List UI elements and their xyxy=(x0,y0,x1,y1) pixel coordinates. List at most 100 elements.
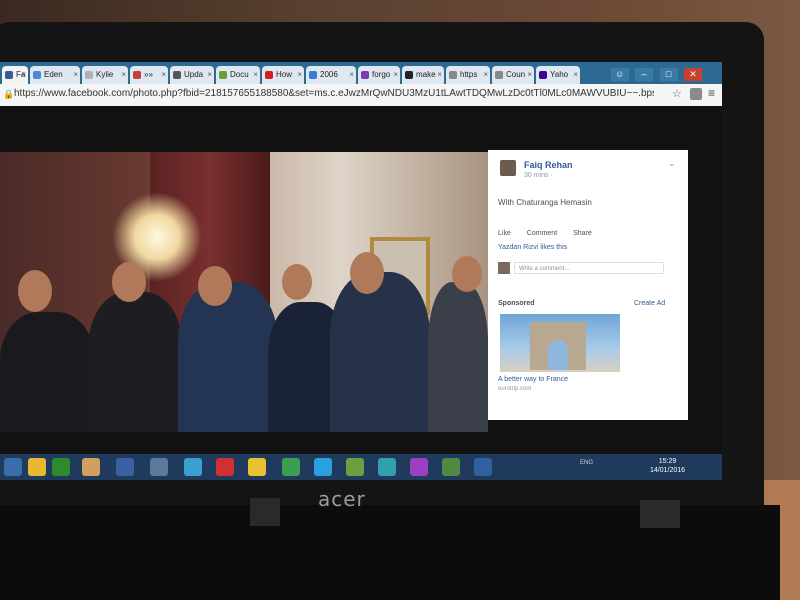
browser-tab[interactable]: make × xyxy=(402,66,444,84)
clock[interactable]: 15:29 14/01/2016 xyxy=(650,457,685,475)
browser-tab-bar: Fa × Eden × Kylie ×»» × Upda × Docu × How × 2006 × forg… xyxy=(0,62,722,84)
tab-favicon-icon xyxy=(405,71,413,79)
minimize-button[interactable]: – xyxy=(635,68,654,81)
url-field[interactable]: https://www.facebook.com/photo.php?fbid=… xyxy=(14,88,654,102)
search-icon[interactable] xyxy=(410,458,428,476)
app-icon[interactable] xyxy=(184,458,202,476)
close-tab-icon[interactable]: × xyxy=(393,66,398,84)
close-tab-icon[interactable]: × xyxy=(253,66,258,84)
close-tab-icon[interactable]: × xyxy=(573,66,578,84)
app-icon[interactable] xyxy=(442,458,460,476)
browser-tab[interactable]: Eden × xyxy=(30,66,80,84)
close-tab-icon[interactable]: × xyxy=(483,66,488,84)
close-tab-icon[interactable]: × xyxy=(161,66,166,84)
browser-tab[interactable]: Yaho × xyxy=(536,66,580,84)
tab-favicon-icon xyxy=(265,71,273,79)
close-window-button[interactable]: ✕ xyxy=(684,68,702,81)
extension-icon[interactable] xyxy=(690,88,702,100)
bookmark-star-icon[interactable]: ☆ xyxy=(672,87,682,100)
close-tab-icon[interactable]: × xyxy=(207,66,212,84)
browser-tab[interactable]: Upda × xyxy=(170,66,214,84)
person-head xyxy=(112,262,146,302)
browser-tab[interactable]: Kylie × xyxy=(82,66,128,84)
tab-favicon-icon xyxy=(495,71,503,79)
person-head xyxy=(18,270,52,312)
hinge-left xyxy=(250,498,280,526)
person xyxy=(0,312,95,432)
share-button[interactable]: Share xyxy=(573,230,592,237)
app-icon[interactable] xyxy=(346,458,364,476)
tab-label: Kylie xyxy=(96,70,114,79)
browser-tab[interactable]: https × xyxy=(446,66,490,84)
app-icon[interactable] xyxy=(82,458,100,476)
laptop-brand-logo: acer xyxy=(318,487,366,511)
close-tab-icon[interactable]: × xyxy=(527,66,532,84)
post-actions: Like Comment Share xyxy=(498,230,606,237)
tab-label: forgo xyxy=(372,70,391,79)
post-time[interactable]: 30 mins · xyxy=(524,172,553,179)
menu-icon[interactable]: ≡ xyxy=(708,86,715,100)
tagged-with-text: With Chaturanga Hemasin xyxy=(498,198,592,207)
browser-tab[interactable]: 2006 × xyxy=(306,66,356,84)
tab-favicon-icon xyxy=(85,71,93,79)
window-controls: ☺ – □ ✕ xyxy=(609,64,702,81)
browser-tab[interactable]: forgo × xyxy=(358,66,400,84)
browser-tab[interactable]: Docu × xyxy=(216,66,260,84)
app-icon[interactable] xyxy=(150,458,168,476)
browser-tab[interactable]: »» × xyxy=(130,66,168,84)
chrome-icon[interactable] xyxy=(248,458,266,476)
tab-favicon-icon xyxy=(309,71,317,79)
likes-summary[interactable]: Yazdan Rizvi likes this xyxy=(498,244,567,251)
power-icon[interactable] xyxy=(216,458,234,476)
close-tab-icon[interactable]: × xyxy=(21,66,26,84)
arc-de-triomphe xyxy=(530,322,586,370)
skype-icon[interactable] xyxy=(314,458,332,476)
ad-title[interactable]: A better way to France xyxy=(498,376,568,383)
browser-tab[interactable]: How × xyxy=(262,66,304,84)
person-head xyxy=(198,266,232,306)
person-head xyxy=(452,256,482,292)
comment-input[interactable]: Write a comment... xyxy=(514,262,664,274)
chevron-down-icon[interactable]: ⌄ xyxy=(668,158,676,169)
browser-tab[interactable]: Coun × xyxy=(492,66,534,84)
store-icon[interactable] xyxy=(52,458,70,476)
tab-label: https xyxy=(460,70,478,79)
close-tab-icon[interactable]: × xyxy=(121,66,126,84)
user-icon[interactable]: ☺ xyxy=(610,68,629,81)
comment-button[interactable]: Comment xyxy=(527,230,557,237)
maximize-button[interactable]: □ xyxy=(659,68,678,81)
close-tab-icon[interactable]: × xyxy=(437,66,442,84)
author-name[interactable]: Faiq Rehan xyxy=(524,160,573,170)
tab-label: Yaho xyxy=(550,70,569,79)
tab-favicon-icon xyxy=(219,71,227,79)
create-ad-link[interactable]: Create Ad xyxy=(634,300,665,307)
app-icon[interactable] xyxy=(116,458,134,476)
app-icon[interactable] xyxy=(474,458,492,476)
app-icon[interactable] xyxy=(378,458,396,476)
person-head xyxy=(282,264,312,300)
laptop-screen: Fa × Eden × Kylie ×»» × Upda × Docu × How × 2006 × forg… xyxy=(0,62,722,480)
tab-label: »» xyxy=(144,70,153,79)
tab-label: Upda xyxy=(184,70,204,79)
event-photo[interactable] xyxy=(0,152,488,432)
file-explorer-icon[interactable] xyxy=(28,458,46,476)
close-tab-icon[interactable]: × xyxy=(73,66,78,84)
system-tray[interactable]: ENG xyxy=(580,460,593,466)
windows-taskbar: ENG 15:29 14/01/2016 xyxy=(0,454,722,480)
clock-date: 14/01/2016 xyxy=(650,467,686,474)
close-tab-icon[interactable]: × xyxy=(297,66,302,84)
close-tab-icon[interactable]: × xyxy=(349,66,354,84)
start-icon[interactable] xyxy=(4,458,22,476)
like-button[interactable]: Like xyxy=(498,230,511,237)
tab-favicon-icon xyxy=(5,71,13,79)
tab-label: Eden xyxy=(44,70,63,79)
person-head xyxy=(350,252,384,294)
author-avatar[interactable] xyxy=(500,160,516,176)
clock-time: 15:29 xyxy=(658,458,677,465)
browser-tab[interactable]: Fa × xyxy=(2,66,28,84)
tab-label: 2006 xyxy=(320,70,338,79)
tab-label: How xyxy=(276,70,293,79)
torrent-icon[interactable] xyxy=(282,458,300,476)
person xyxy=(330,272,430,432)
ad-image[interactable] xyxy=(500,314,620,372)
